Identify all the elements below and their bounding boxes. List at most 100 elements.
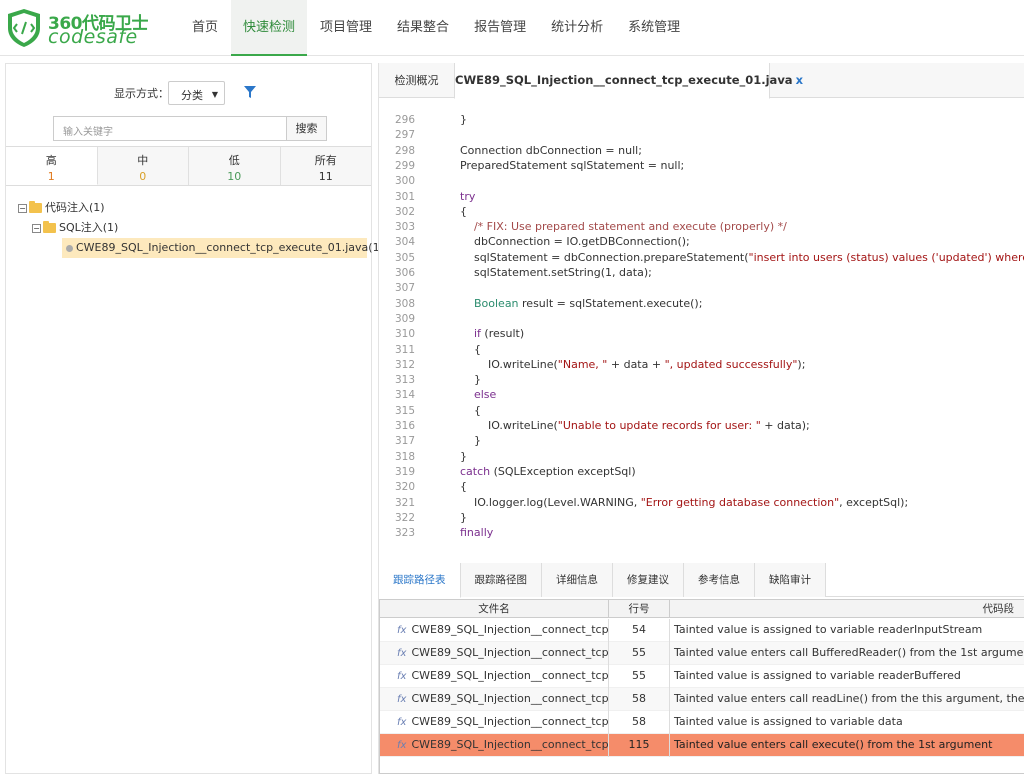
line-number: 323 [394,527,415,540]
line-number: 314 [394,389,415,402]
nav-quick-scan[interactable]: 快速检测 [231,0,308,56]
line-number: 308 [394,297,415,310]
display-mode-select[interactable]: 分类 ▼ [168,81,225,105]
shield-logo-icon [8,9,40,47]
tab-trace-graph[interactable]: 跟踪路径图 [460,563,542,597]
code-viewer[interactable]: 296 } 297 298 Connection dbConnection = nu… [379,99,1024,543]
line-number: 298 [394,144,415,157]
search-input[interactable]: 输入关键字 [53,116,287,141]
column-header-code[interactable]: 代码段 [670,600,1024,618]
line-number: 301 [394,190,415,203]
nav-system[interactable]: 系统管理 [616,0,692,56]
function-icon: fx [397,694,407,705]
cell-code: Tainted value is assigned to variable re… [674,669,961,682]
code-line: 298 Connection dbConnection = null; [379,143,642,158]
table-row[interactable]: fx CWE89_SQL_Injection__connect_tcp... 54 T… [380,619,1024,642]
function-icon: fx [397,625,407,636]
display-mode-value: 分类 [181,89,203,102]
column-header-line[interactable]: 行号 [609,600,670,618]
tab-source-file[interactable]: CWE89_SQL_Injection__connect_tcp_execute… [454,63,803,99]
line-number: 304 [394,236,415,249]
tree-node-label: SQL注入(1) [59,221,119,234]
cell-file-name: CWE89_SQL_Injection__connect_tcp... [411,669,609,682]
code-text: Connection dbConnection = null; [446,143,642,157]
tree-node-label: 代码注入(1) [45,201,105,214]
cell-line: 55 [609,665,670,688]
code-line: 297 [379,127,446,142]
tree-node-sql-injection[interactable]: − SQL注入(1) [32,218,368,238]
code-line: 313 } [379,372,481,387]
tree-node-defect-file[interactable]: CWE89_SQL_Injection__connect_tcp_execute… [62,238,398,258]
tree-node-code-injection[interactable]: − 代码注入(1) [18,198,368,218]
collapse-icon[interactable]: − [18,203,27,213]
code-text: sqlStatement.setString(1, data); [446,266,652,279]
cell-file: fx CWE89_SQL_Injection__connect_tcp... [380,665,609,688]
cell-file-name: CWE89_SQL_Injection__connect_tcp... [411,738,609,751]
code-line: 304 dbConnection = IO.getDBConnection(); [379,234,690,249]
table-row[interactable]: fx CWE89_SQL_Injection__connect_tcp... 55 T… [380,665,1024,688]
nav-reports[interactable]: 报告管理 [462,0,538,56]
collapse-icon[interactable]: − [32,223,41,233]
tab-fix-advice[interactable]: 修复建议 [613,563,684,597]
column-header-file[interactable]: 文件名 [380,600,609,618]
code-line: 303 /* FIX: Use prepared statement and e… [379,219,787,234]
code-text: sqlStatement = dbConnection.prepareState… [446,250,1024,264]
code-text: if (result) [473,327,525,341]
cell-file-name: CWE89_SQL_Injection__connect_tcp... [411,715,609,728]
logo[interactable]: 360代码卫士 codesafe [6,8,156,48]
line-number: 309 [394,312,415,325]
folder-icon [29,201,42,213]
tab-details[interactable]: 详细信息 [542,563,613,597]
tab-severity-medium[interactable]: 中 0 [98,147,189,185]
function-icon: fx [397,648,407,659]
tab-references[interactable]: 参考信息 [684,563,755,597]
line-number: 315 [394,404,415,417]
line-number: 310 [394,328,415,341]
table-row[interactable]: fx CWE89_SQL_Injection__connect_tcp... 58 T… [380,688,1024,711]
nav-results[interactable]: 结果整合 [385,0,461,56]
tab-trace-table[interactable]: 跟踪路径表 [379,563,461,598]
table-row[interactable]: fx CWE89_SQL_Injection__connect_tcp... 115… [380,734,1024,757]
line-number: 321 [394,496,415,509]
tab-severity-high[interactable]: 高 1 [6,147,98,185]
display-mode-label: 显示方式： [114,87,169,100]
cell-file: fx CWE89_SQL_Injection__connect_tcp... [380,642,609,665]
code-line: 316 IO.writeLine("Unable to update recor… [379,418,810,433]
tab-severity-all[interactable]: 所有 11 [281,147,372,185]
search-button[interactable]: 搜索 [287,116,327,141]
code-line: 321 IO.logger.log(Level.WARNING, "Error … [379,495,908,510]
top-navbar: 360代码卫士 codesafe 首页 快速检测 项目管理 结果整合 报告管理 … [0,0,1024,56]
line-number: 307 [394,282,415,295]
code-text: } [446,510,467,524]
cell-code: Tainted value enters call execute() from… [674,738,993,751]
cell-code: Tainted value is assigned to variable re… [674,623,983,636]
table-row[interactable]: fx CWE89_SQL_Injection__connect_tcp... 55 T… [380,642,1024,665]
cell-file: fx CWE89_SQL_Injection__connect_tcp... [380,688,609,711]
tab-severity-low[interactable]: 低 10 [189,147,281,185]
severity-name: 低 [228,154,240,167]
close-icon[interactable]: x [796,73,803,87]
code-line: 309 [379,311,446,326]
table-header: 文件名 行号 代码段 [380,600,1024,618]
main-nav: 首页 快速检测 项目管理 结果整合 报告管理 统计分析 系统管理 [180,0,693,56]
nav-home[interactable]: 首页 [180,0,230,56]
code-line: 300 [379,173,446,188]
chevron-down-icon: ▼ [211,90,218,99]
code-text: Boolean result = sqlStatement.execute(); [473,296,703,310]
table-row[interactable]: fx CWE89_SQL_Injection__connect_tcp... 58 T… [380,711,1024,734]
line-number: 297 [394,129,415,142]
display-mode-row: 显示方式： 分类 ▼ [6,79,371,107]
cell-file: fx CWE89_SQL_Injection__connect_tcp... [380,711,609,734]
nav-projects[interactable]: 项目管理 [308,0,384,56]
trace-table: 文件名 行号 代码段 fx CWE89_SQL_Injection__connec… [379,599,1024,774]
tab-overview[interactable]: 检测概况 [379,63,454,98]
code-text: } [446,449,467,463]
filter-icon[interactable] [244,85,256,99]
code-line: 314 else [379,387,496,402]
code-text: { [446,204,467,218]
nav-statistics[interactable]: 统计分析 [539,0,615,56]
tab-defect-audit[interactable]: 缺陷审计 [755,563,826,597]
code-line: 317 } [379,433,481,448]
code-text: PreparedStatement sqlStatement = null; [446,158,685,172]
cell-code: Tainted value is assigned to variable da… [674,715,903,728]
